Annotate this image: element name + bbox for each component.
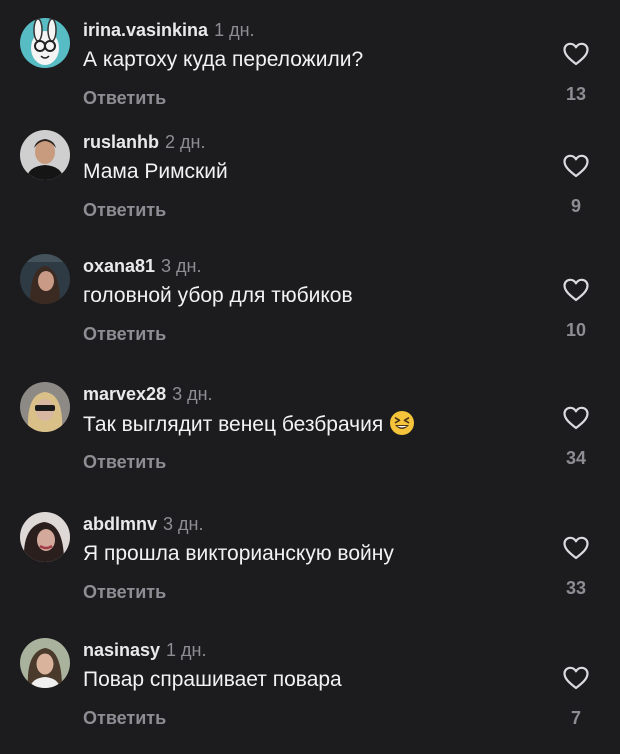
avatar-image [20,512,70,562]
like-count: 34 [565,448,587,468]
reply-button[interactable]: Ответить [83,198,166,222]
username[interactable]: oxana81 [83,256,155,276]
avatar[interactable] [20,18,70,68]
like-button[interactable]: 10 [555,272,597,352]
comment-item: marvex28 3 дн. Так выглядит венец безбрач… [0,382,620,494]
heart-outline-icon [563,42,589,66]
avatar[interactable] [20,130,70,180]
like-button[interactable]: 9 [555,148,597,228]
comment-item: nasinasy 1 дн. Повар спрашивает повара От… [0,638,620,750]
avatar[interactable] [20,512,70,562]
comment-text: Повар спрашивает повара [83,668,342,691]
timestamp: 3 дн. [163,514,204,534]
heart-outline-icon [563,154,589,178]
like-count: 9 [570,196,581,216]
timestamp: 3 дн. [172,384,213,404]
comment-text: Мама Римский [83,160,228,183]
comment-meta: marvex28 3 дн. [83,382,213,406]
heart-outline-icon [563,536,589,560]
avatar[interactable] [20,254,70,304]
reply-button[interactable]: Ответить [83,580,166,604]
comment-meta: irina.vasinkina 1 дн. [83,18,255,42]
timestamp: 2 дн. [165,132,206,152]
timestamp: 3 дн. [161,256,202,276]
grinning-squinting-face-emoji [390,411,415,435]
reply-button[interactable]: Ответить [83,86,166,110]
heart-outline-icon [563,406,589,430]
comment-meta: ruslanhb 2 дн. [83,130,205,154]
like-button[interactable]: 7 [555,660,597,740]
reply-button[interactable]: Ответить [83,706,166,730]
comment-text-body: Так выглядит венец безбрачия [83,413,384,436]
username[interactable]: ruslanhb [83,132,159,152]
like-button[interactable]: 33 [555,530,597,610]
avatar-image [20,254,70,304]
comment-text: Так выглядит венец безбрачия 😆 [83,410,415,439]
username[interactable]: irina.vasinkina [83,20,208,40]
heart-outline-icon [563,278,589,302]
timestamp: 1 дн. [214,20,255,40]
comment-text: А картоху куда переложили? [83,48,364,71]
avatar[interactable] [20,382,70,432]
username[interactable]: abdlmnv [83,514,157,534]
like-count: 10 [565,320,587,340]
comment-meta: oxana81 3 дн. [83,254,202,278]
comment-item: oxana81 3 дн. головной убор для тюбиков О… [0,254,620,366]
reply-button[interactable]: Ответить [83,450,166,474]
username[interactable]: marvex28 [83,384,166,404]
comment-item: ruslanhb 2 дн. Мама Римский Ответить 9 [0,130,620,242]
like-count: 7 [570,708,581,728]
username[interactable]: nasinasy [83,640,160,660]
avatar-image [20,638,70,688]
avatar-image [20,382,70,432]
like-count: 13 [565,84,587,104]
comment-meta: nasinasy 1 дн. [83,638,207,662]
comment-text: Я прошла викторианскую войну [83,542,394,565]
comment-meta: abdlmnv 3 дн. [83,512,203,536]
comment-item: abdlmnv 3 дн. Я прошла викторианскую войн… [0,512,620,624]
like-button[interactable]: 13 [555,36,597,116]
like-count: 33 [565,578,587,598]
heart-outline-icon [563,666,589,690]
comment-text: головной убор для тюбиков [83,284,353,307]
avatar-image [20,18,70,68]
comment-item: irina.vasinkina 1 дн. А картоху куда пере… [0,18,620,130]
reply-button[interactable]: Ответить [83,322,166,346]
avatar-image [20,130,70,180]
timestamp: 1 дн. [166,640,207,660]
like-button[interactable]: 34 [555,400,597,480]
avatar[interactable] [20,638,70,688]
